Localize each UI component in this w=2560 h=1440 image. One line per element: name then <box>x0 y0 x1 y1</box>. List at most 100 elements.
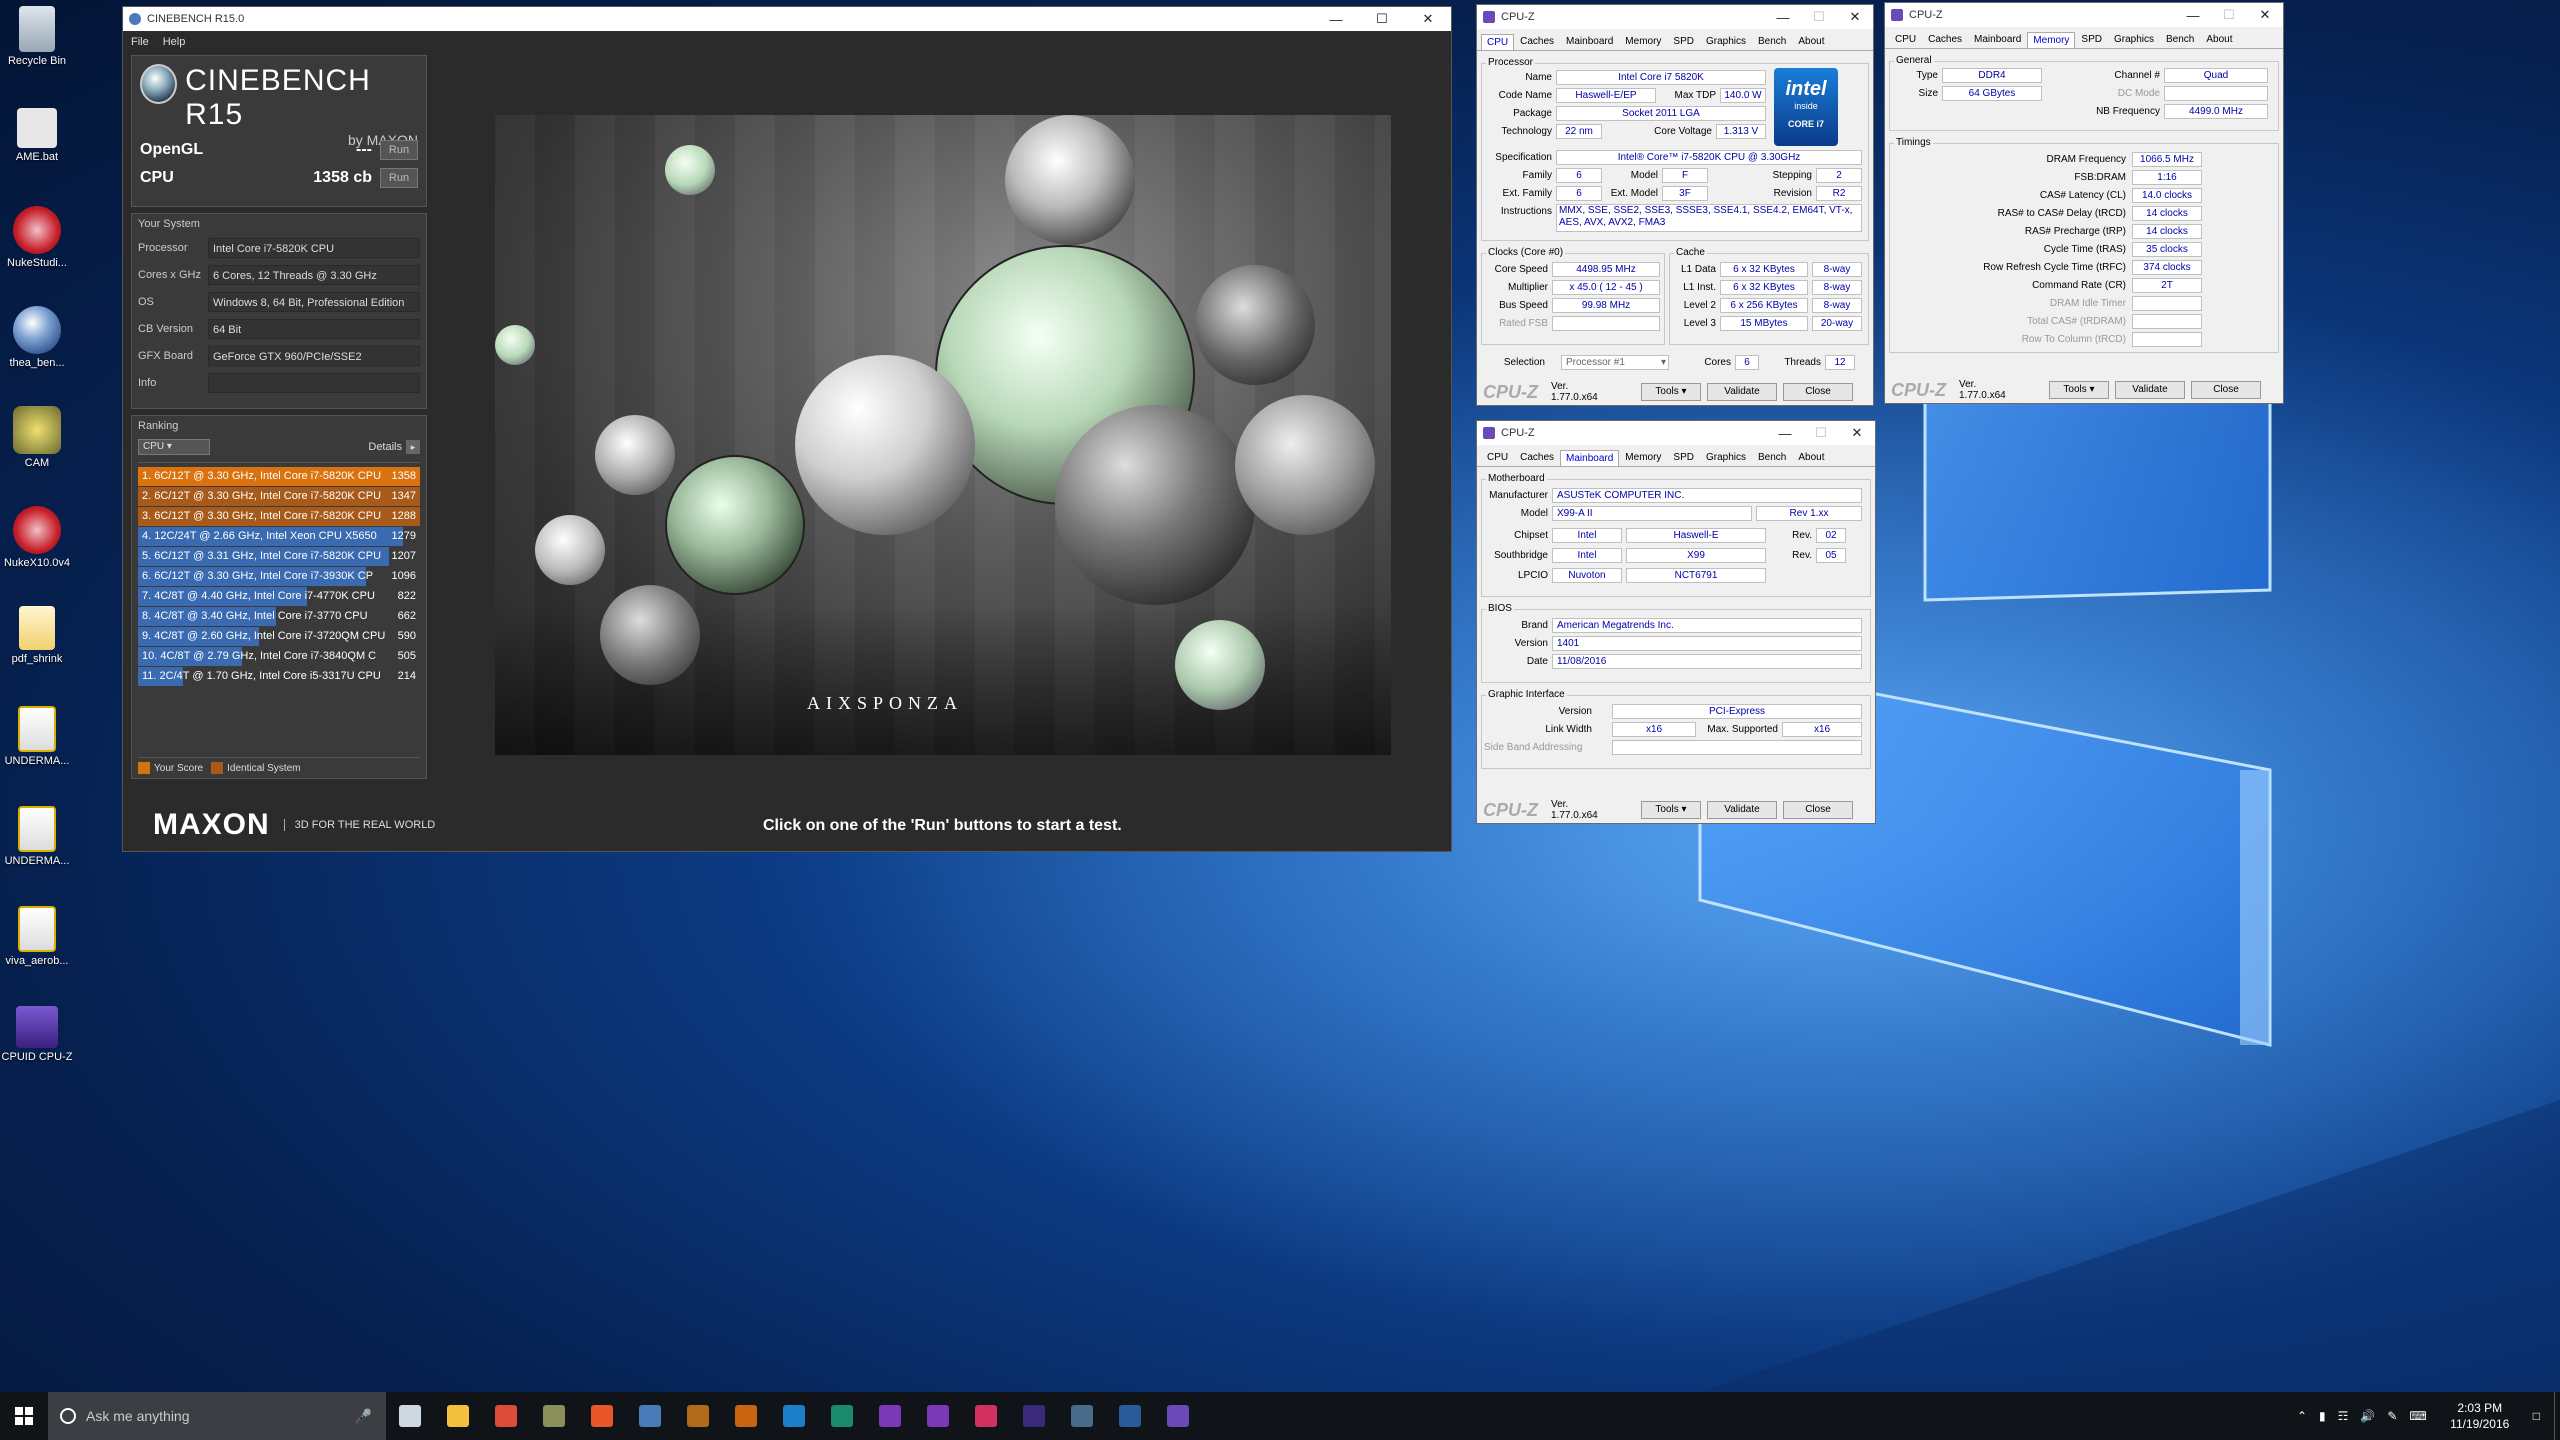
tab-about[interactable]: About <box>1792 449 1830 466</box>
close-button[interactable]: ✕ <box>2247 7 2283 23</box>
tab-graphics[interactable]: Graphics <box>2108 31 2160 48</box>
ranking-row[interactable]: 8. 4C/8T @ 3.40 GHz, Intel Core i7-3770 … <box>138 607 420 626</box>
close-app-button[interactable]: Close <box>1783 801 1853 819</box>
ranking-row[interactable]: 10. 4C/8T @ 2.79 GHz, Intel Core i7-3840… <box>138 647 420 666</box>
close-button[interactable]: ✕ <box>1405 11 1451 27</box>
validate-button[interactable]: Validate <box>1707 801 1777 819</box>
tab-graphics[interactable]: Graphics <box>1700 33 1752 50</box>
desktop-icon-nukex[interactable]: NukeX10.0v4 <box>0 506 74 570</box>
taskbar-app[interactable] <box>386 1392 434 1440</box>
close-button[interactable]: ✕ <box>1839 425 1875 441</box>
opengl-run-button[interactable]: Run <box>380 140 418 160</box>
show-desktop-button[interactable] <box>2554 1392 2560 1440</box>
ranking-row[interactable]: 11. 2C/4T @ 1.70 GHz, Intel Core i5-3317… <box>138 667 420 686</box>
tab-memory[interactable]: Memory <box>1619 449 1667 466</box>
taskbar-app[interactable] <box>578 1392 626 1440</box>
tab-cpu[interactable]: CPU <box>1481 34 1515 50</box>
details-arrow-button[interactable]: ▸ <box>406 440 420 454</box>
taskbar-app[interactable] <box>1058 1392 1106 1440</box>
minimize-button[interactable]: — <box>1767 426 1803 441</box>
desktop-icon-underma-2[interactable]: UNDERMA... <box>0 806 74 868</box>
tab-caches[interactable]: Caches <box>1922 31 1968 48</box>
cpu-run-button[interactable]: Run <box>380 168 418 188</box>
ranking-row[interactable]: 3. 6C/12T @ 3.30 GHz, Intel Core i7-5820… <box>138 507 420 526</box>
tab-spd[interactable]: SPD <box>2075 31 2108 48</box>
tab-memory[interactable]: Memory <box>1619 33 1667 50</box>
desktop-icon-thea-bench[interactable]: thea_ben... <box>0 306 74 370</box>
notifications-icon[interactable]: □ <box>2533 1409 2540 1423</box>
keyboard-icon[interactable]: ⌨ <box>2409 1409 2426 1423</box>
tab-bench[interactable]: Bench <box>1752 33 1792 50</box>
ranking-row[interactable]: 6. 6C/12T @ 3.30 GHz, Intel Core i7-3930… <box>138 567 420 586</box>
cpuz-titlebar[interactable]: CPU-Z — ☐ ✕ <box>1477 5 1873 29</box>
taskbar-app[interactable] <box>1010 1392 1058 1440</box>
taskbar-app[interactable] <box>914 1392 962 1440</box>
tab-spd[interactable]: SPD <box>1667 33 1700 50</box>
minimize-button[interactable]: — <box>1765 10 1801 25</box>
tab-caches[interactable]: Caches <box>1514 33 1560 50</box>
volume-icon[interactable]: 🔊 <box>2360 1409 2375 1423</box>
desktop-icon-pdf-shrink[interactable]: pdf_shrink <box>0 606 74 666</box>
validate-button[interactable]: Validate <box>1707 383 1777 401</box>
desktop-icon-cam[interactable]: CAM <box>0 406 74 470</box>
tab-about[interactable]: About <box>2200 31 2238 48</box>
processor-select[interactable]: Processor #1 ▾ <box>1561 355 1669 370</box>
taskbar-app[interactable] <box>770 1392 818 1440</box>
ranking-row[interactable]: 1. 6C/12T @ 3.30 GHz, Intel Core i7-5820… <box>138 467 420 486</box>
tab-memory[interactable]: Memory <box>2027 32 2076 48</box>
tab-about[interactable]: About <box>1792 33 1830 50</box>
tab-caches[interactable]: Caches <box>1514 449 1560 466</box>
taskbar-app[interactable] <box>482 1392 530 1440</box>
taskbar-app[interactable] <box>1106 1392 1154 1440</box>
start-button[interactable] <box>0 1392 48 1440</box>
desktop-icon-cpuz[interactable]: CPUID CPU-Z <box>0 1006 74 1064</box>
cpuz-titlebar[interactable]: CPU-Z — ☐ ✕ <box>1477 421 1875 445</box>
tools-button[interactable]: Tools ▾ <box>1641 383 1701 401</box>
desktop-icon-viva[interactable]: viva_aerob... <box>0 906 74 968</box>
cinebench-titlebar[interactable]: CINEBENCH R15.0 — ☐ ✕ <box>123 7 1451 31</box>
tab-graphics[interactable]: Graphics <box>1700 449 1752 466</box>
microphone-icon[interactable]: 🎤 <box>355 1408 372 1425</box>
ranking-row[interactable]: 9. 4C/8T @ 2.60 GHz, Intel Core i7-3720Q… <box>138 627 420 646</box>
taskbar-app[interactable] <box>626 1392 674 1440</box>
taskbar-app[interactable] <box>530 1392 578 1440</box>
pen-icon[interactable]: ✎ <box>2387 1409 2397 1423</box>
network-icon[interactable]: ☶ <box>2338 1409 2349 1423</box>
tab-mainboard[interactable]: Mainboard <box>1968 31 2027 48</box>
ranking-row[interactable]: 2. 6C/12T @ 3.30 GHz, Intel Core i7-5820… <box>138 487 420 506</box>
tab-bench[interactable]: Bench <box>1752 449 1792 466</box>
tab-spd[interactable]: SPD <box>1667 449 1700 466</box>
usb-icon[interactable]: ▮ <box>2319 1409 2326 1423</box>
search-box[interactable]: Ask me anything 🎤 <box>48 1392 386 1440</box>
tab-cpu[interactable]: CPU <box>1889 31 1922 48</box>
tab-mainboard[interactable]: Mainboard <box>1560 33 1619 50</box>
ranking-row[interactable]: 7. 4C/8T @ 4.40 GHz, Intel Core i7-4770K… <box>138 587 420 606</box>
close-app-button[interactable]: Close <box>2191 381 2261 399</box>
desktop-icon-underma-1[interactable]: UNDERMA... <box>0 706 74 768</box>
tools-button[interactable]: Tools ▾ <box>2049 381 2109 399</box>
tab-bench[interactable]: Bench <box>2160 31 2200 48</box>
desktop-icon-ame-bat[interactable]: AME.bat <box>0 108 74 164</box>
ranking-row[interactable]: 5. 6C/12T @ 3.31 GHz, Intel Core i7-5820… <box>138 547 420 566</box>
ranking-select[interactable]: CPU ▾ <box>138 439 210 455</box>
taskbar-app[interactable] <box>962 1392 1010 1440</box>
menu-file[interactable]: File <box>131 36 149 48</box>
desktop-icon-recycle-bin[interactable]: Recycle Bin <box>0 6 74 68</box>
minimize-button[interactable]: — <box>1313 12 1359 27</box>
close-button[interactable]: ✕ <box>1837 9 1873 25</box>
tab-cpu[interactable]: CPU <box>1481 449 1514 466</box>
menu-help[interactable]: Help <box>163 36 186 48</box>
taskbar-app[interactable] <box>1154 1392 1202 1440</box>
clock[interactable]: 2:03 PM 11/19/2016 <box>2435 1400 2525 1432</box>
close-app-button[interactable]: Close <box>1783 383 1853 401</box>
taskbar-app[interactable] <box>674 1392 722 1440</box>
ranking-row[interactable]: 4. 12C/24T @ 2.66 GHz, Intel Xeon CPU X5… <box>138 527 420 546</box>
taskbar-app[interactable] <box>434 1392 482 1440</box>
validate-button[interactable]: Validate <box>2115 381 2185 399</box>
minimize-button[interactable]: — <box>2175 8 2211 23</box>
maximize-button[interactable]: ☐ <box>1359 11 1405 27</box>
tab-mainboard[interactable]: Mainboard <box>1560 450 1620 466</box>
taskbar-app[interactable] <box>818 1392 866 1440</box>
tray-chevron-up-icon[interactable]: ⌃ <box>2297 1409 2307 1423</box>
cpuz-titlebar[interactable]: CPU-Z — ☐ ✕ <box>1885 3 2283 27</box>
